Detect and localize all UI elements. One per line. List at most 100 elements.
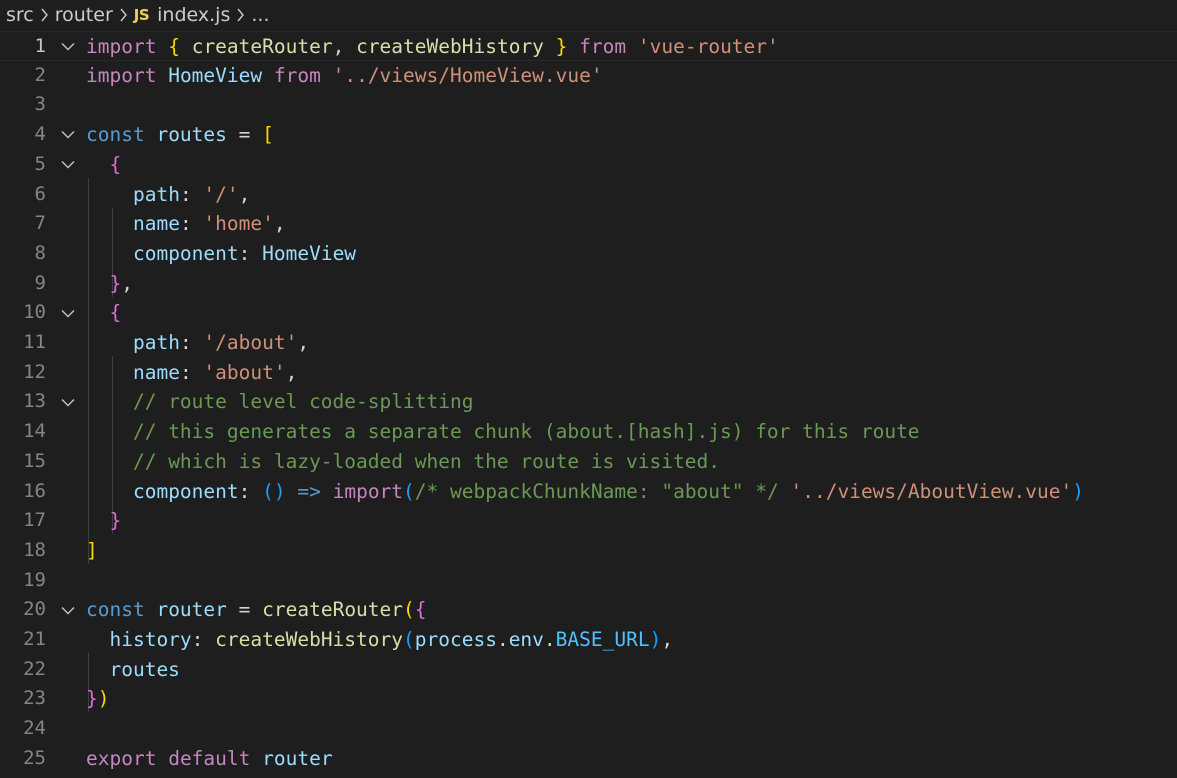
javascript-file-icon: JS bbox=[133, 6, 150, 24]
code-line[interactable]: 15 // which is lazy-loaded when the rout… bbox=[0, 447, 1177, 477]
code-token: => bbox=[297, 479, 321, 503]
line-number: 7 bbox=[34, 212, 46, 235]
code-text: const router = createRouter({ bbox=[86, 595, 427, 625]
code-text: history: createWebHistory(process.env.BA… bbox=[86, 625, 673, 655]
code-token: : bbox=[191, 628, 216, 651]
code-token: BASE_URL bbox=[555, 628, 650, 651]
code-line[interactable]: 23}) bbox=[0, 684, 1177, 714]
code-text: ] bbox=[86, 536, 98, 566]
code-token: // this generates a separate chunk (abou… bbox=[132, 420, 920, 444]
code-token: from bbox=[273, 63, 321, 87]
code-text: }) bbox=[86, 684, 110, 714]
code-line[interactable]: 14 // this generates a separate chunk (a… bbox=[0, 417, 1177, 447]
code-token: createRouter bbox=[262, 598, 404, 622]
code-token: process bbox=[414, 628, 497, 651]
code-token: , bbox=[238, 182, 251, 206]
code-line[interactable]: 16 component: () => import(/* webpackChu… bbox=[0, 477, 1177, 507]
code-text: routes bbox=[86, 655, 179, 685]
code-token: path bbox=[132, 331, 180, 354]
code-token: component bbox=[132, 241, 239, 265]
code-text: export default router bbox=[86, 744, 333, 774]
code-token: : bbox=[179, 360, 204, 384]
code-line[interactable]: 19 bbox=[0, 566, 1177, 596]
code-line[interactable]: 4 const routes = [ bbox=[0, 120, 1177, 150]
fold-chevron-down-icon[interactable] bbox=[58, 120, 78, 150]
code-token: name bbox=[132, 360, 180, 384]
code-text: } bbox=[86, 506, 121, 536]
fold-chevron-down-icon[interactable] bbox=[58, 298, 78, 328]
code-token: : bbox=[179, 212, 204, 236]
code-token: history bbox=[109, 628, 192, 651]
code-line[interactable]: 10 { bbox=[0, 298, 1177, 328]
breadcrumb-item-src[interactable]: src bbox=[6, 4, 34, 26]
code-line[interactable]: 6 path: '/', bbox=[0, 180, 1177, 210]
breadcrumb-item-symbols[interactable]: ... bbox=[251, 4, 269, 26]
code-line[interactable]: 17 } bbox=[0, 506, 1177, 536]
code-token: = bbox=[226, 598, 263, 622]
line-number: 9 bbox=[34, 271, 46, 294]
line-number: 11 bbox=[23, 331, 46, 353]
code-token: 'home' bbox=[203, 212, 274, 236]
code-token: HomeView bbox=[262, 241, 357, 265]
code-line[interactable]: 12 name: 'about', bbox=[0, 358, 1177, 388]
code-line[interactable]: 7 name: 'home', bbox=[0, 209, 1177, 239]
code-line[interactable]: 21 history: createWebHistory(process.env… bbox=[0, 625, 1177, 655]
fold-chevron-down-icon[interactable] bbox=[58, 32, 78, 62]
breadcrumb: src router JS index.js ... bbox=[0, 0, 1177, 30]
code-token: [ bbox=[262, 123, 274, 147]
code-text: import { createRouter, createWebHistory … bbox=[86, 32, 779, 62]
breadcrumb-item-router[interactable]: router bbox=[55, 4, 113, 26]
code-line[interactable]: 13 // route level code-splitting bbox=[0, 387, 1177, 417]
code-line[interactable]: 20 const router = createRouter({ bbox=[0, 595, 1177, 625]
line-number: 2 bbox=[34, 63, 46, 86]
line-number: 23 bbox=[23, 687, 46, 710]
code-line[interactable]: 9 }, bbox=[0, 269, 1177, 299]
code-token: '../views/HomeView.vue' bbox=[332, 63, 603, 87]
code-token: } bbox=[109, 509, 122, 533]
code-token: . bbox=[543, 628, 556, 651]
fold-chevron-down-icon[interactable] bbox=[58, 150, 78, 180]
fold-chevron-down-icon[interactable] bbox=[58, 595, 78, 625]
code-token: default bbox=[168, 746, 251, 770]
fold-chevron-down-icon[interactable] bbox=[58, 387, 78, 417]
code-line[interactable]: 3 bbox=[0, 90, 1177, 120]
line-number: 4 bbox=[34, 123, 46, 146]
code-token: createRouter bbox=[191, 35, 333, 58]
breadcrumb-item-file[interactable]: index.js bbox=[157, 4, 230, 26]
code-token: export bbox=[86, 746, 157, 770]
code-line[interactable]: 2 import HomeView from '../views/HomeView… bbox=[0, 61, 1177, 91]
code-line[interactable]: 5 { bbox=[0, 150, 1177, 180]
code-line[interactable]: 1 import { createRouter, createWebHistory… bbox=[0, 31, 1177, 61]
code-line[interactable]: 18] bbox=[0, 536, 1177, 566]
code-token: , bbox=[297, 331, 310, 354]
code-token: path bbox=[132, 182, 180, 206]
code-token: , bbox=[661, 628, 674, 651]
code-line[interactable]: 11 path: '/about', bbox=[0, 328, 1177, 358]
code-line[interactable]: 8 component: HomeView bbox=[0, 239, 1177, 269]
line-number: 19 bbox=[23, 568, 46, 591]
code-token: , bbox=[121, 271, 133, 295]
code-line[interactable]: 22 routes bbox=[0, 655, 1177, 685]
code-line[interactable]: 25 export default router bbox=[0, 744, 1177, 774]
code-token: import bbox=[86, 63, 157, 87]
line-number: 22 bbox=[23, 657, 46, 680]
line-number: 10 bbox=[23, 301, 46, 324]
code-token: HomeView bbox=[168, 63, 263, 87]
code-editor[interactable]: 1 import { createRouter, createWebHistory… bbox=[0, 30, 1177, 778]
code-line[interactable]: 24 bbox=[0, 714, 1177, 744]
code-token: 'about' bbox=[203, 360, 286, 384]
chevron-right-icon bbox=[119, 8, 128, 22]
code-token: '../views/AboutView.vue' bbox=[790, 479, 1073, 503]
code-token: // which is lazy-loaded when the route i… bbox=[132, 449, 720, 473]
code-token: ) bbox=[1072, 479, 1085, 503]
